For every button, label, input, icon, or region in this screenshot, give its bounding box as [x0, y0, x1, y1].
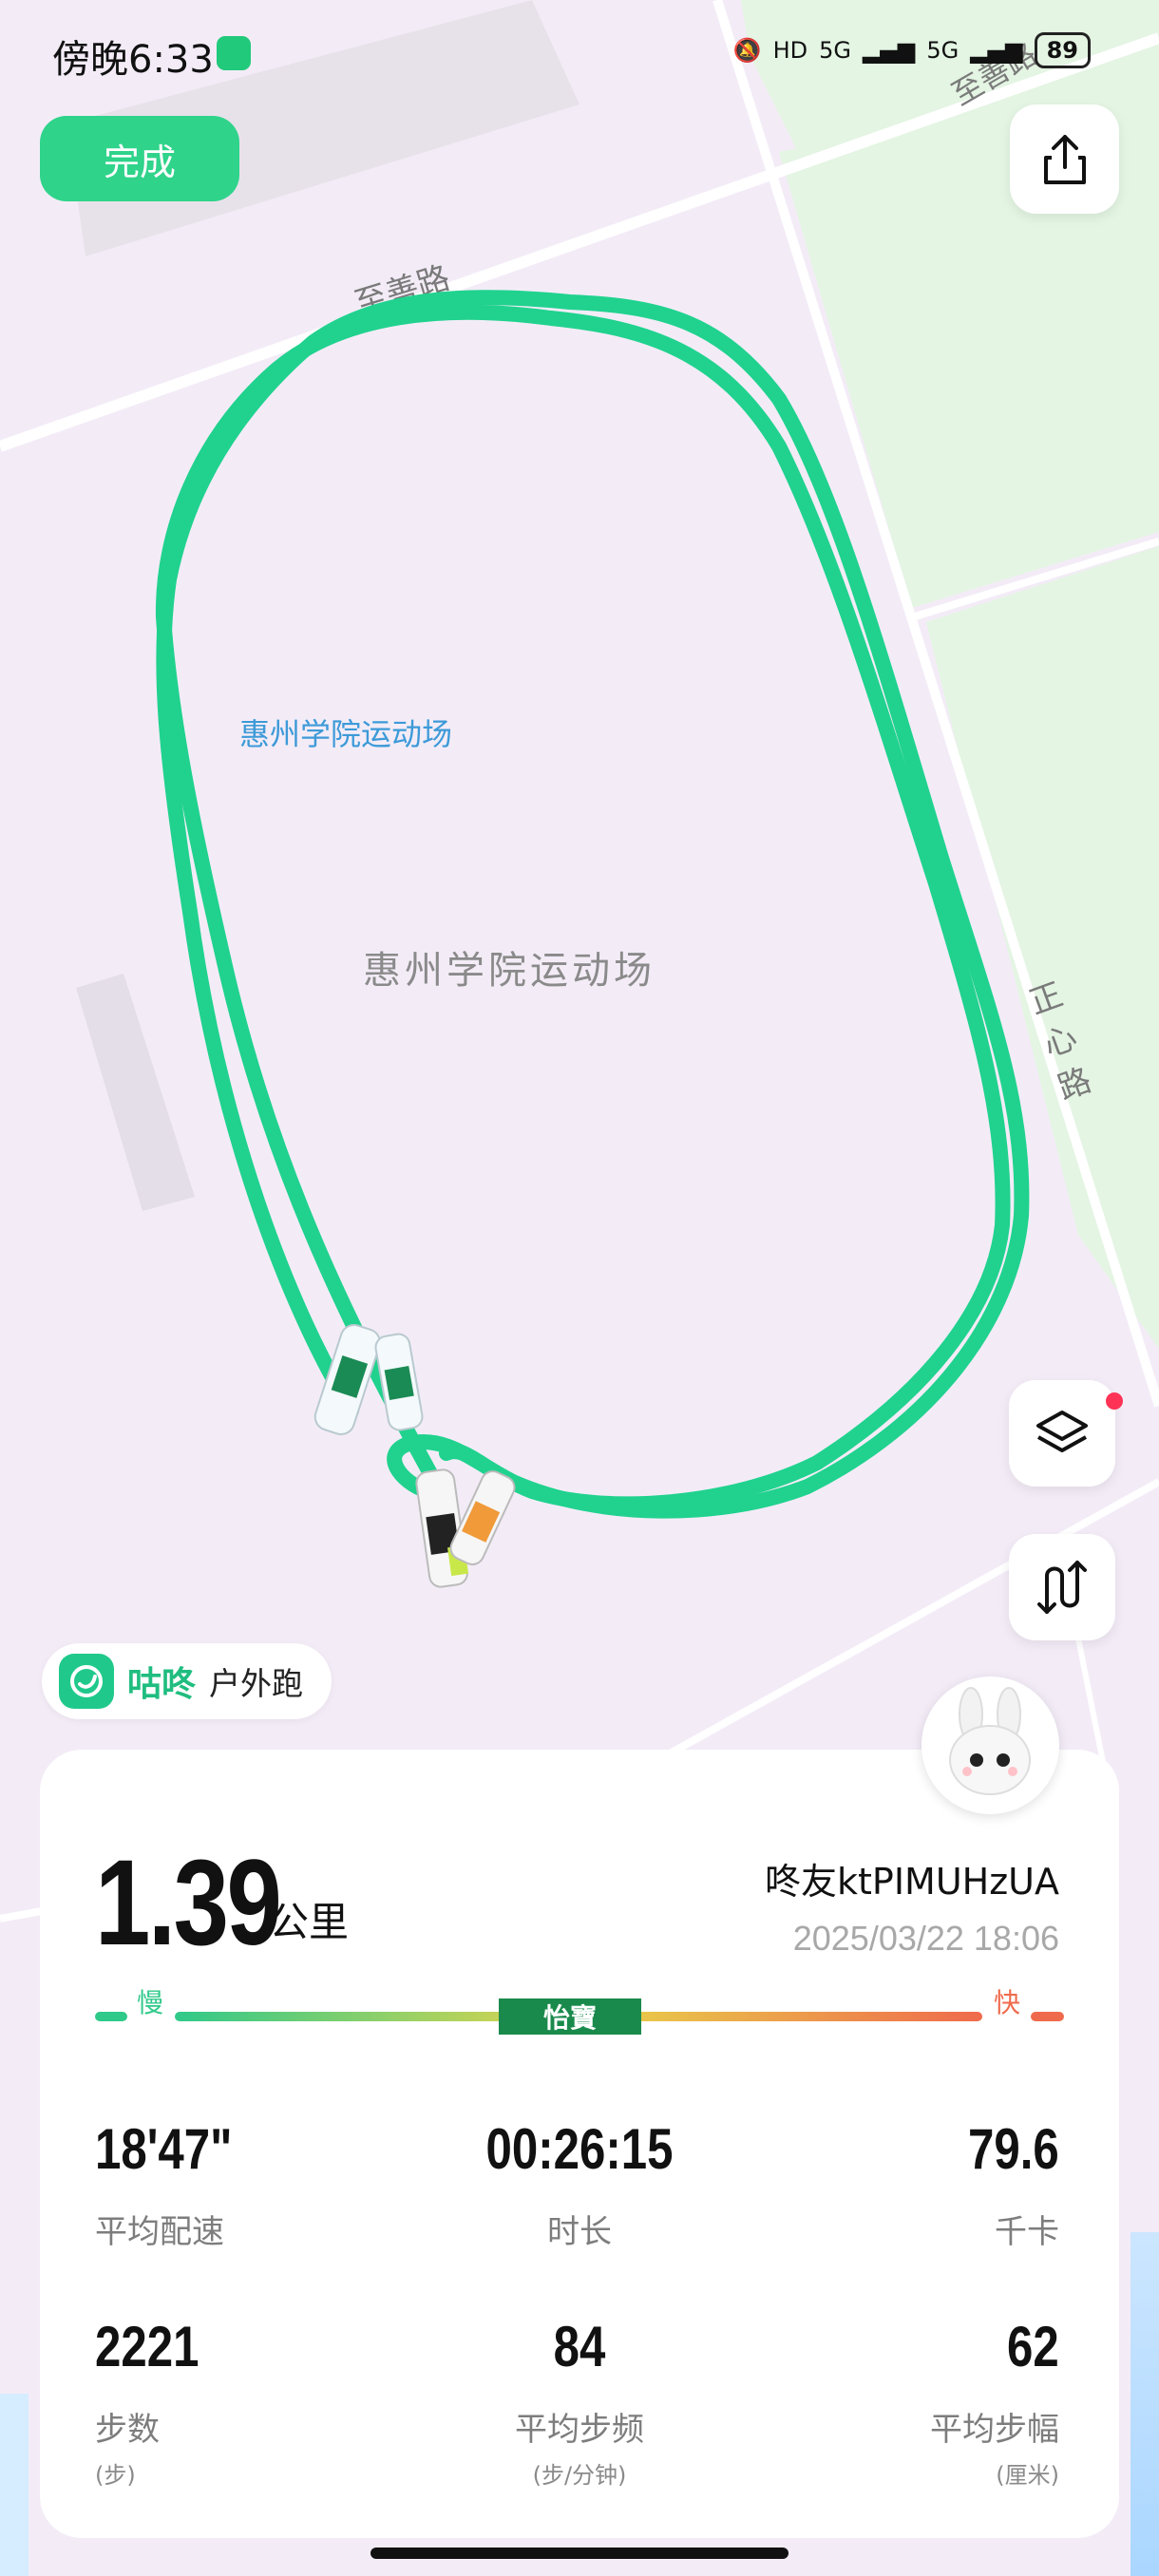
status-indicators: 🔕 HD 5G ▂▄▆ 5G ▂▄▆ 89: [733, 32, 1091, 68]
hd-indicator: HD: [772, 37, 808, 64]
username: 咚友ktPIMUHzUA: [765, 1861, 1059, 1903]
activity-datetime: 2025/03/22 18:06: [792, 1919, 1059, 1958]
distance-value: 1.39: [95, 1835, 282, 1971]
signal-icon: ▂▄▆: [970, 37, 1023, 64]
pace-slow-label: 慢: [137, 1987, 164, 2018]
avg-pace-label: 平均配速: [95, 2213, 224, 2251]
map-water-edge: [1130, 2232, 1159, 2576]
pace-fast-label: 快: [994, 1987, 1021, 2018]
bell-muted-icon: 🔕: [732, 37, 762, 64]
distance-unit: 公里: [269, 1899, 350, 1945]
cadence-unit: (步/分钟): [532, 2462, 627, 2489]
battery-icon: 89: [1034, 32, 1091, 68]
layers-icon: [1036, 1411, 1088, 1452]
stride-value: 62: [1007, 2315, 1059, 2378]
done-button[interactable]: 完成: [40, 116, 239, 201]
signal-icon: ▂▄▆: [862, 37, 916, 64]
share-icon: [1043, 134, 1086, 184]
poi-label: 惠州学院运动场: [239, 716, 452, 752]
status-bar: 傍晚6:33 🔕 HD 5G ▂▄▆ 5G ▂▄▆ 89: [0, 0, 1159, 104]
pace-gradient-bar: 怡寶: [95, 1998, 1064, 2035]
activity-type: 户外跑: [209, 1665, 304, 1702]
home-indicator[interactable]: [370, 2548, 788, 2559]
sponsor-name: 怡寶: [543, 2002, 597, 2034]
brand-name: 咕咚: [127, 1665, 197, 1704]
notification-dot: [1106, 1392, 1123, 1410]
bunny-avatar-icon: [949, 1687, 1031, 1795]
network-label: 5G: [926, 37, 960, 64]
avatar[interactable]: [922, 1676, 1059, 1814]
map-layers-button[interactable]: [1009, 1380, 1115, 1487]
app-notification-icon: [217, 36, 251, 70]
network-label: 5G: [819, 37, 851, 64]
duration-label: 时长: [547, 2213, 612, 2251]
cadence-label: 平均步频: [515, 2411, 644, 2449]
avg-pace-value: 18'47": [95, 2117, 233, 2181]
calories-value: 79.6: [968, 2117, 1059, 2181]
steps-value: 2221: [95, 2315, 200, 2378]
steps-unit: (步): [95, 2462, 136, 2489]
cadence-value: 84: [553, 2315, 606, 2378]
share-button[interactable]: [1010, 104, 1119, 214]
stride-unit: (厘米): [996, 2462, 1059, 2489]
codoon-logo-icon: [59, 1654, 114, 1709]
calories-label: 千卡: [995, 2213, 1059, 2251]
route-toggle-button[interactable]: [1009, 1534, 1115, 1640]
stride-label: 平均步幅: [930, 2411, 1059, 2449]
status-time: 傍晚6:33: [52, 38, 214, 82]
map-water-edge: [0, 2394, 28, 2576]
brand-badge: 咕咚 户外跑: [42, 1643, 332, 1719]
duration-value: 00:26:15: [485, 2117, 674, 2181]
route-toggle-icon: [1037, 1561, 1087, 1614]
steps-label: 步数: [95, 2411, 160, 2449]
poi-label-area: 惠州学院运动场: [363, 949, 656, 993]
sponsor-logo: 怡寶: [499, 1998, 641, 2035]
